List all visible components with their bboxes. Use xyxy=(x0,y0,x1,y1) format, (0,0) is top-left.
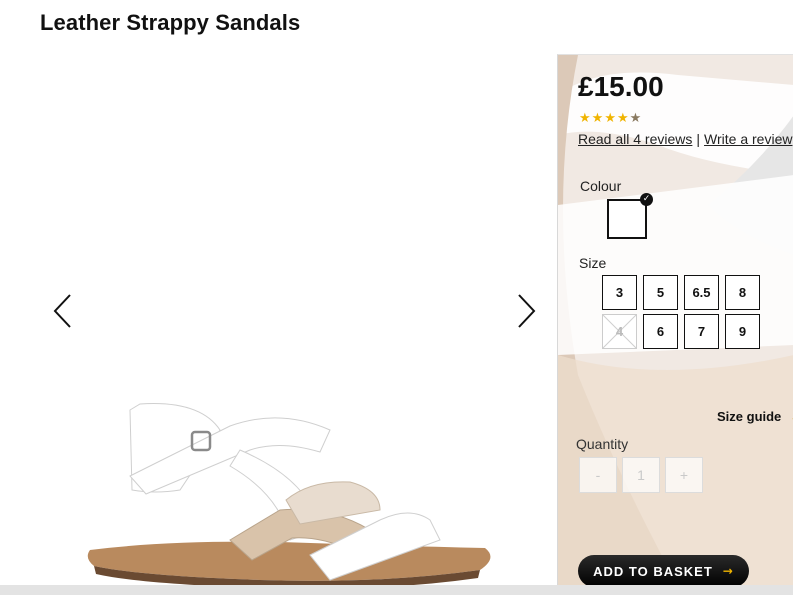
reviews-separator: | xyxy=(696,131,701,147)
check-icon: ✓ xyxy=(640,193,653,206)
read-reviews-link[interactable]: Read all 4 reviews xyxy=(578,131,692,147)
page-scrollbar[interactable] xyxy=(0,585,793,595)
size-option-7[interactable]: 7 xyxy=(684,314,719,349)
rating-stars: ★ ★ ★ ★ ★ xyxy=(579,112,641,125)
quantity-increase-button[interactable]: + xyxy=(665,457,703,493)
star-icon: ★ xyxy=(579,111,591,126)
reviews-links: Read all 4 reviews | Write a review xyxy=(578,131,792,147)
size-guide-link[interactable]: Size guide xyxy=(717,409,781,424)
gallery-prev-button[interactable] xyxy=(50,291,76,331)
quantity-label: Quantity xyxy=(576,436,629,452)
quantity-stepper: - 1 + xyxy=(579,457,703,493)
quantity-input[interactable]: 1 xyxy=(622,457,660,493)
colour-label: Colour xyxy=(580,178,622,194)
size-option-6[interactable]: 6 xyxy=(643,314,678,349)
star-icon: ★ xyxy=(616,111,629,126)
size-options: 3 5 6.5 8 4 6 7 9 xyxy=(602,275,762,349)
gallery-next-button[interactable] xyxy=(513,291,539,331)
star-icon: ★ xyxy=(591,111,604,126)
chevron-right-icon xyxy=(518,294,536,328)
star-icon: ★ xyxy=(604,111,616,126)
size-option-8[interactable]: 8 xyxy=(725,275,760,310)
size-option-5[interactable]: 5 xyxy=(643,275,678,310)
arrow-right-icon: → xyxy=(722,564,734,578)
add-to-basket-label: ADD TO BASKET xyxy=(593,563,713,579)
product-price: £15.00 xyxy=(578,71,664,102)
half-star-icon: ★ xyxy=(629,111,642,126)
size-label: Size xyxy=(579,255,607,271)
size-option-9[interactable]: 9 xyxy=(725,314,760,349)
quantity-decrease-button[interactable]: - xyxy=(579,457,617,493)
purchase-panel: £15.00 ★ ★ ★ ★ ★ Read all 4 reviews | Writ… xyxy=(557,54,793,586)
size-option-3[interactable]: 3 xyxy=(602,275,637,310)
size-option-label: 4 xyxy=(615,324,624,339)
add-to-basket-button[interactable]: ADD TO BASKET → xyxy=(578,555,749,586)
size-option-6-5[interactable]: 6.5 xyxy=(684,275,719,310)
product-image xyxy=(87,403,491,589)
product-gallery xyxy=(0,55,557,589)
chevron-left-icon xyxy=(53,294,71,328)
write-review-link[interactable]: Write a review xyxy=(704,131,792,147)
colour-swatch-white[interactable]: ✓ xyxy=(607,193,653,239)
size-option-4-unavailable: 4 xyxy=(602,314,637,349)
product-title: Leather Strappy Sandals xyxy=(40,10,301,35)
